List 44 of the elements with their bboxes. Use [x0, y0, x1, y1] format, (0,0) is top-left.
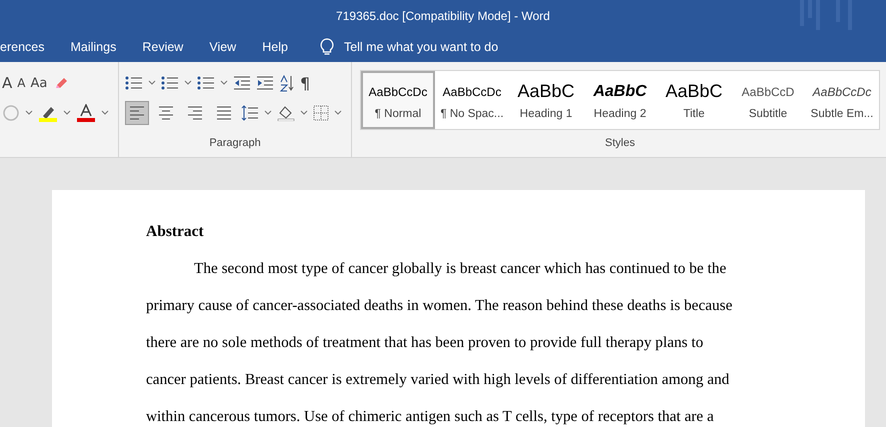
- ribbon-tab[interactable]: View: [209, 40, 250, 54]
- window-title: 719365.doc [Compatibility Mode] - Word: [336, 9, 550, 23]
- show-formatting-button[interactable]: ¶: [300, 74, 310, 92]
- caret-icon[interactable]: [184, 80, 192, 86]
- highlighter-icon[interactable]: [38, 104, 58, 122]
- ribbon-tab[interactable]: Review: [142, 40, 196, 54]
- group-label: Styles: [605, 137, 635, 151]
- paint-bucket-icon[interactable]: [277, 105, 295, 121]
- caret-icon[interactable]: [101, 110, 109, 116]
- change-case-button[interactable]: Aa: [30, 76, 48, 90]
- line-spacing-icon[interactable]: [241, 105, 259, 121]
- text-line: within cancerous tumors. Use of chimeric antigen such as T cells, type of receptors that are a: [146, 408, 715, 426]
- text-line: there are no sole methods of treatment that has been proven to provide full therapy plans to: [146, 334, 704, 352]
- font-color-icon[interactable]: [76, 104, 96, 122]
- caret-icon[interactable]: [63, 110, 71, 116]
- sort-icon[interactable]: [279, 74, 295, 92]
- align-left-icon: [129, 106, 145, 120]
- borders-icon[interactable]: [313, 105, 329, 121]
- text-line: cancer patients. Breast cancer is extremely varied with high levels of differentiation among and: [146, 371, 730, 389]
- align-right-icon: [187, 106, 203, 120]
- caret-icon[interactable]: [334, 110, 342, 116]
- tell-me-search[interactable]: Tell me what you want to do: [320, 38, 546, 56]
- style-item[interactable]: AaBbCcDc ¶ Normal: [361, 71, 435, 129]
- caret-icon[interactable]: [264, 110, 272, 116]
- caret-icon[interactable]: [25, 110, 33, 116]
- group-label: Paragraph: [209, 137, 261, 151]
- grow-font-button[interactable]: A: [2, 74, 12, 92]
- text-line: The second most type of cancer globally is breast cancer which has continued to be the: [193, 260, 728, 278]
- ribbon-tab[interactable]: Mailings: [70, 40, 130, 54]
- ribbon-tab[interactable]: erences: [0, 40, 58, 54]
- align-justify-icon: [216, 106, 232, 120]
- shrink-font-button[interactable]: A: [17, 76, 26, 90]
- align-center-icon: [158, 106, 174, 120]
- align-left-button[interactable]: [125, 101, 149, 125]
- increase-indent-icon[interactable]: [256, 75, 274, 91]
- caret-icon[interactable]: [300, 110, 308, 116]
- lightbulb-icon: [320, 38, 334, 56]
- caret-icon[interactable]: [148, 80, 156, 86]
- document-heading: Abstract: [146, 223, 205, 241]
- decrease-indent-icon[interactable]: [233, 75, 251, 91]
- bullets-icon[interactable]: [125, 75, 143, 91]
- ribbon-tab[interactable]: Help: [262, 40, 301, 54]
- text-line: primary cause of cancer-associated deaths in women. The reason behind these deaths is because: [146, 297, 734, 315]
- caret-icon[interactable]: [220, 80, 228, 86]
